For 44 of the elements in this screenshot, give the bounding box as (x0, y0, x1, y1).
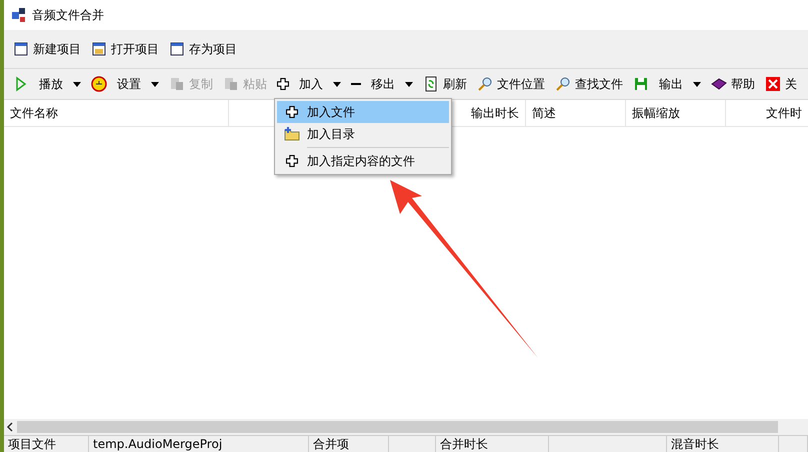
menu-item[interactable]: 加入目录 (277, 123, 449, 145)
plus-icon (286, 106, 298, 118)
toolbar-button[interactable]: 存为项目 (164, 37, 242, 61)
refresh-icon (423, 76, 439, 92)
scroll-left-icon[interactable] (6, 422, 14, 432)
toolbar-button[interactable]: 文件位置 (472, 72, 550, 96)
column-header[interactable]: 振幅缩放 (626, 100, 726, 126)
search-icon (555, 76, 571, 92)
toolbar-button[interactable]: 设置 (86, 72, 164, 96)
toolbar-button[interactable]: 播放 (8, 72, 86, 96)
toolbar-button[interactable]: 输出 (628, 72, 706, 96)
copy-icon (169, 76, 185, 92)
status-cell: temp.AudioMergeProj (89, 436, 309, 452)
status-cell: 合并时长 (436, 436, 549, 452)
toolbar-button[interactable]: 刷新 (418, 72, 472, 96)
toolbar-button[interactable]: 新建项目 (8, 37, 86, 61)
window-title: 音频文件合并 (32, 6, 104, 24)
folder-icon (284, 126, 300, 142)
column-header[interactable]: 文件时 (726, 100, 808, 126)
app-icon (10, 6, 28, 24)
column-header[interactable]: 文件名称 (4, 100, 229, 126)
toolbar-button[interactable]: 打开项目 (86, 37, 164, 61)
plus-icon (277, 78, 289, 90)
toolbar-button[interactable]: 加入 (272, 72, 346, 96)
menu-item[interactable]: 加入文件 (277, 101, 449, 123)
toolbar-button[interactable]: 移出 (346, 72, 418, 96)
document-icon (13, 41, 29, 57)
minus-icon (351, 83, 361, 85)
column-header[interactable]: 简述 (526, 100, 626, 126)
search-icon (477, 76, 493, 92)
status-cell: 混音时长 (667, 436, 779, 452)
status-cell: 合并项 (309, 436, 389, 452)
menu-item[interactable]: 加入指定内容的文件 (277, 150, 449, 172)
scrollbar-thumb[interactable] (17, 421, 778, 433)
document-icon (91, 41, 107, 57)
toolbar-button[interactable]: 帮助 (706, 72, 760, 96)
toolbar-button[interactable]: 查找文件 (550, 72, 628, 96)
toolbar-button[interactable]: 关 (760, 72, 802, 96)
paste-icon (223, 76, 239, 92)
status-cell: 项目文件 (4, 436, 89, 452)
plus-icon (286, 155, 298, 167)
gear-icon (91, 76, 107, 92)
close-icon (765, 76, 781, 92)
document-icon (169, 41, 185, 57)
